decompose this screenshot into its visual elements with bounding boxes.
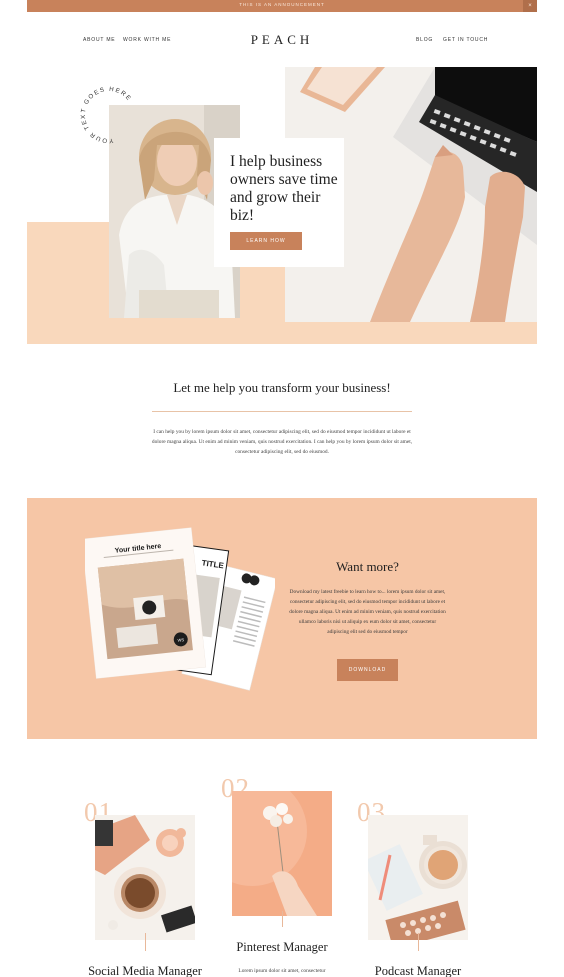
section-title: Let me help you transform your business! [173, 380, 391, 395]
service-title: Podcast Manager [374, 964, 462, 977]
announcement-bar: THIS IS AN ANNOUNCEMENT × [27, 0, 537, 12]
service-connector [418, 933, 419, 951]
svg-text:YOUR TEXT GOES HERE: YOUR TEXT GOES HERE [75, 82, 140, 149]
service-connector [282, 911, 283, 927]
service-connector [145, 933, 146, 951]
freebie-title: Want more? [336, 559, 399, 574]
circular-text-badge: YOUR TEXT GOES HERE [75, 82, 140, 149]
divider [152, 411, 412, 412]
service-photo-social-media [95, 815, 195, 940]
page: THIS IS AN ANNOUNCEMENT × ABOUT ME WORK … [0, 0, 564, 977]
announcement-text: THIS IS AN ANNOUNCEMENT [239, 2, 325, 7]
service-description: Lorem ipsum dolor sit amet, consectetur [238, 968, 326, 974]
freebie-body: Download my latest freebie to learn how … [289, 589, 446, 635]
nav-get-in-touch[interactable]: GET IN TOUCH [443, 37, 488, 43]
download-button[interactable]: DOWNLOAD [337, 659, 398, 681]
hero-heading: I help business owners save time and gro… [230, 153, 338, 224]
mockup-badge: WS [177, 637, 184, 643]
circular-text: YOUR TEXT GOES HERE [75, 82, 140, 149]
nav-blog[interactable]: BLOG [416, 37, 433, 43]
section-body: I can help you by lorem ipsum dolor sit … [151, 429, 413, 455]
service-photo-podcast [368, 815, 468, 940]
service-title: Pinterest Manager [236, 940, 328, 954]
close-icon[interactable]: × [523, 0, 537, 12]
freebie-mockup: TITLE Your title here WS [85, 527, 275, 691]
learn-how-button[interactable]: LEARN HOW [230, 232, 302, 250]
service-photo-pinterest [232, 791, 332, 916]
service-title: Social Media Manager [88, 964, 202, 977]
